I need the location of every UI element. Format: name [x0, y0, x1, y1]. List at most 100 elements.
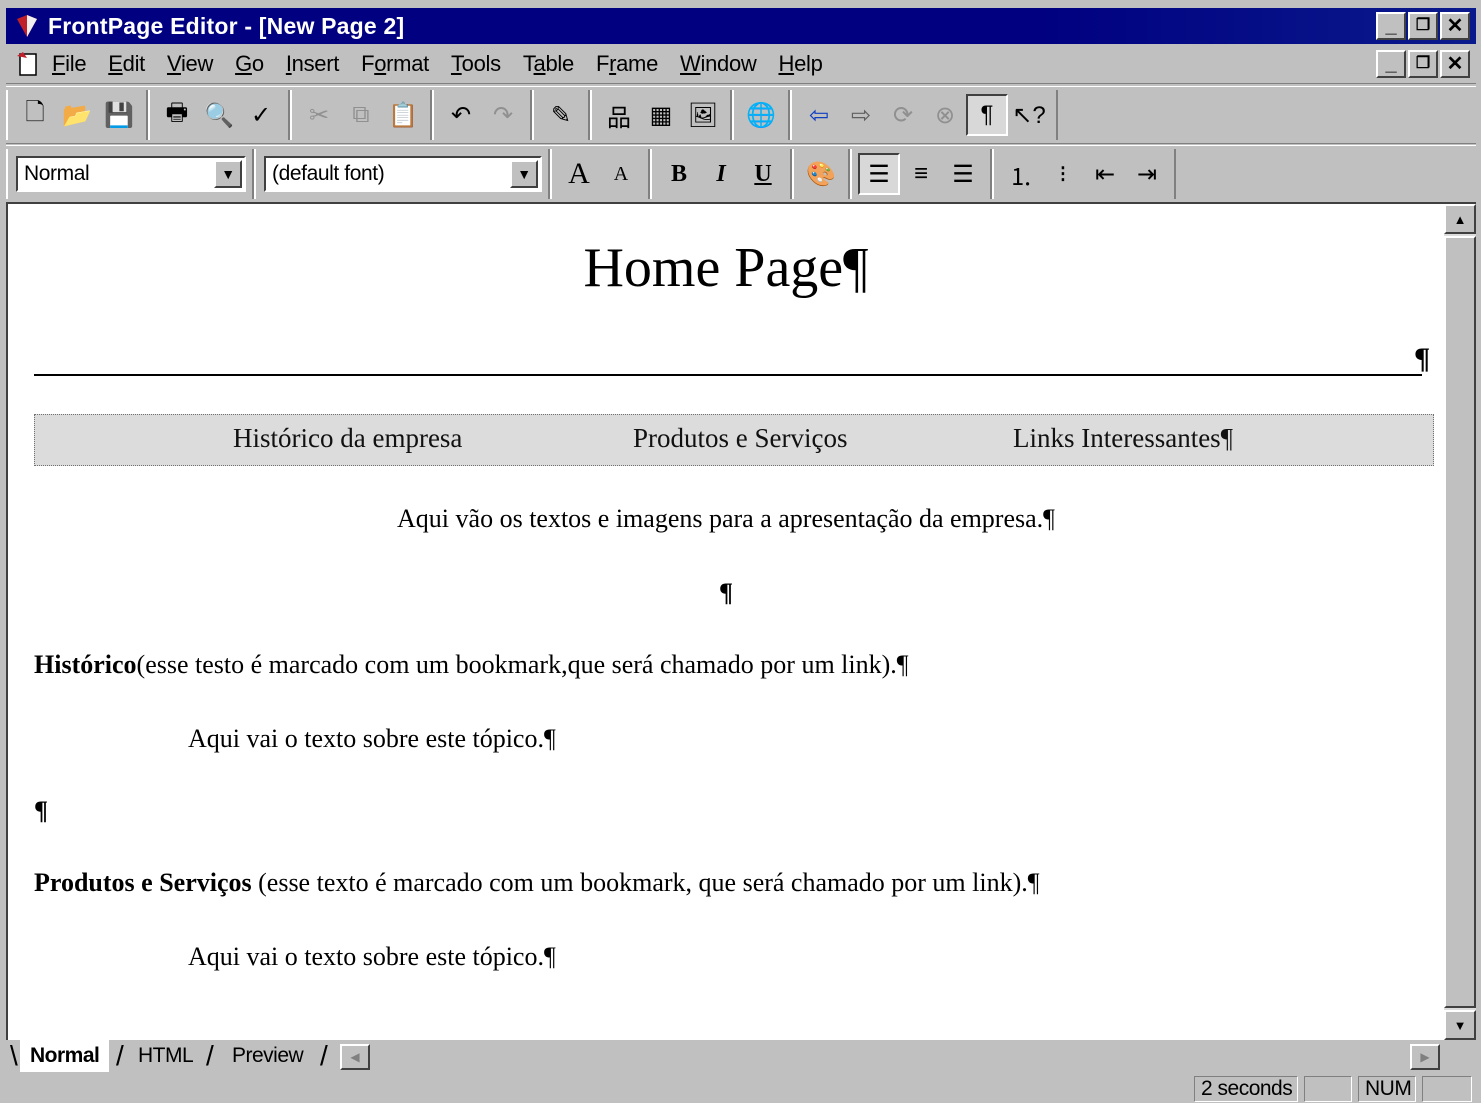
style-combo[interactable]: Normal ▼ — [16, 156, 246, 192]
bulleted-list-icon[interactable]: ⁝ — [1042, 153, 1084, 195]
increase-indent-icon[interactable]: ⇥ — [1126, 153, 1168, 195]
view-tab-bar: \ Normal / HTML / Preview / ◀ ▶ — [6, 1040, 1476, 1072]
menu-insert[interactable]: Insert — [286, 51, 340, 77]
menu-view[interactable]: View — [167, 51, 213, 77]
font-value: (default font) — [272, 162, 385, 185]
empty-paragraph-centered: ¶ — [718, 578, 734, 607]
spelling-icon[interactable]: ✓ — [240, 94, 282, 136]
copy-icon[interactable]: ⧉ — [340, 94, 382, 136]
menu-tools[interactable]: Tools — [451, 51, 501, 77]
print-icon[interactable]: 🖶 — [156, 94, 198, 136]
stop-icon[interactable]: ⊗ — [924, 94, 966, 136]
doc-close-button[interactable]: ✕ — [1440, 50, 1470, 78]
vertical-scrollbar[interactable]: ▲ ▼ — [1444, 204, 1476, 1040]
standard-toolbar: 🗋 📂 💾 🖶 🔍 ✓ ✂ ⧉ 📋 ↶ ↷ ✎ 品 ▦ 🖼 🌐 ⇦ ⇨ ⟳ ⊗ … — [6, 86, 1476, 144]
underline-button[interactable]: U — [742, 153, 784, 195]
scroll-thumb[interactable] — [1444, 236, 1476, 1008]
restore-button[interactable]: ❐ — [1408, 12, 1438, 40]
scroll-status — [1422, 1076, 1472, 1102]
align-left-icon[interactable]: ☰ — [858, 153, 900, 195]
section-historico-body: Aqui vai o texto sobre este tópico.¶ — [188, 724, 556, 753]
help-pointer-icon[interactable]: ↖? — [1008, 94, 1050, 136]
refresh-icon[interactable]: ⟳ — [882, 94, 924, 136]
menu-frame[interactable]: Frame — [596, 51, 658, 77]
align-right-icon[interactable]: ☰ — [942, 153, 984, 195]
numbered-list-icon[interactable]: ⒈ — [1000, 153, 1042, 195]
menu-window[interactable]: Window — [680, 51, 757, 77]
text-color-icon[interactable]: 🎨 — [800, 153, 842, 195]
bookmark-produtos: Produtos e Serviços — [34, 868, 252, 897]
title-bar: FrontPage Editor - [New Page 2] _ ❐ ✕ — [6, 8, 1476, 44]
hscroll-left-arrow-icon[interactable]: ◀ — [340, 1044, 370, 1070]
format-toolbar: Normal ▼ (default font) ▼ A A B I U 🎨 ☰ … — [6, 145, 1476, 203]
insert-webbot-icon[interactable]: ✎ — [540, 94, 582, 136]
section-produtos-heading: Produtos e Serviços (esse texto é marcad… — [34, 868, 1040, 898]
menu-go[interactable]: Go — [235, 51, 264, 77]
download-time-status: 2 seconds — [1194, 1076, 1298, 1102]
save-icon[interactable]: 💾 — [98, 94, 140, 136]
nav-link-links[interactable]: Links Interessantes¶ — [1013, 423, 1233, 454]
frontpage-logo-icon — [17, 15, 37, 37]
nav-link-produtos[interactable]: Produtos e Serviços — [633, 423, 847, 454]
scroll-down-arrow-icon[interactable]: ▼ — [1444, 1010, 1476, 1040]
paste-icon[interactable]: 📋 — [382, 94, 424, 136]
cut-icon[interactable]: ✂ — [298, 94, 340, 136]
section-produtos-body: Aqui vai o texto sobre este tópico.¶ — [188, 942, 556, 971]
insert-image-icon[interactable]: 🖼 — [682, 94, 724, 136]
section-historico-heading: Histórico(esse testo é marcado com um bo… — [34, 650, 909, 680]
hscroll-right-arrow-icon[interactable]: ▶ — [1410, 1044, 1440, 1070]
forward-arrow-icon[interactable]: ⇨ — [840, 94, 882, 136]
document-icon[interactable] — [14, 50, 42, 78]
menu-edit[interactable]: Edit — [108, 51, 145, 77]
bookmark-historico: Histórico — [34, 650, 137, 679]
hr-pilcrow: ¶ — [1414, 342, 1431, 375]
decrease-indent-icon[interactable]: ⇤ — [1084, 153, 1126, 195]
document-frame: Home Page¶ ¶ Histórico da empresa Produt… — [6, 202, 1476, 1040]
nav-link-historico[interactable]: Histórico da empresa — [233, 423, 462, 454]
style-dropdown-icon[interactable]: ▼ — [214, 160, 242, 188]
close-button[interactable]: ✕ — [1440, 12, 1470, 40]
decrease-font-size-icon[interactable]: A — [600, 153, 642, 195]
window-title: FrontPage Editor - [New Page 2] — [48, 12, 405, 39]
insert-table-icon[interactable]: ▦ — [640, 94, 682, 136]
section-historico-note: (esse testo é marcado com um bookmark,qu… — [136, 650, 909, 679]
back-arrow-icon[interactable]: ⇦ — [798, 94, 840, 136]
doc-restore-button[interactable]: ❐ — [1408, 50, 1438, 78]
italic-button[interactable]: I — [700, 153, 742, 195]
empty-paragraph-left: ¶ — [34, 796, 49, 825]
tab-html[interactable]: HTML — [128, 1040, 203, 1072]
font-combo[interactable]: (default font) ▼ — [264, 156, 542, 192]
num-lock-status: NUM — [1358, 1076, 1416, 1102]
section-produtos-note: (esse texto é marcado com um bookmark, q… — [251, 868, 1040, 897]
intro-paragraph: Aqui vão os textos e imagens para a apre… — [397, 504, 1055, 533]
horizontal-rule — [34, 374, 1422, 376]
tab-preview[interactable]: Preview — [222, 1040, 313, 1072]
new-page-icon[interactable]: 🗋 — [14, 94, 56, 136]
open-folder-icon[interactable]: 📂 — [56, 94, 98, 136]
hyperlink-icon[interactable]: 🌐 — [740, 94, 782, 136]
menu-bar: File Edit View Go Insert Format Tools Ta… — [6, 44, 1476, 84]
show-all-pilcrow-icon[interactable]: ¶ — [966, 94, 1008, 136]
caps-status — [1304, 1076, 1352, 1102]
menu-help[interactable]: Help — [778, 51, 822, 77]
status-bar: 2 seconds NUM — [6, 1074, 1476, 1103]
redo-icon[interactable]: ↷ — [482, 94, 524, 136]
tab-normal[interactable]: Normal — [20, 1040, 110, 1072]
doc-minimize-button[interactable]: _ — [1376, 50, 1406, 78]
undo-icon[interactable]: ↶ — [440, 94, 482, 136]
increase-font-size-icon[interactable]: A — [558, 153, 600, 195]
insert-form-field-icon[interactable]: 品 — [598, 94, 640, 136]
page-heading: Home Page¶ — [583, 237, 869, 299]
font-dropdown-icon[interactable]: ▼ — [510, 160, 538, 188]
menu-table[interactable]: Table — [523, 51, 574, 77]
print-preview-icon[interactable]: 🔍 — [198, 94, 240, 136]
align-center-icon[interactable]: ≡ — [900, 153, 942, 195]
menu-format[interactable]: Format — [361, 51, 429, 77]
style-value: Normal — [24, 162, 90, 185]
editor-canvas[interactable]: Home Page¶ ¶ Histórico da empresa Produt… — [8, 204, 1444, 1040]
menu-file[interactable]: File — [52, 51, 87, 77]
scroll-up-arrow-icon[interactable]: ▲ — [1444, 204, 1476, 234]
navigation-bar: Histórico da empresa Produtos e Serviços… — [34, 414, 1434, 466]
minimize-button[interactable]: _ — [1376, 12, 1406, 40]
bold-button[interactable]: B — [658, 153, 700, 195]
